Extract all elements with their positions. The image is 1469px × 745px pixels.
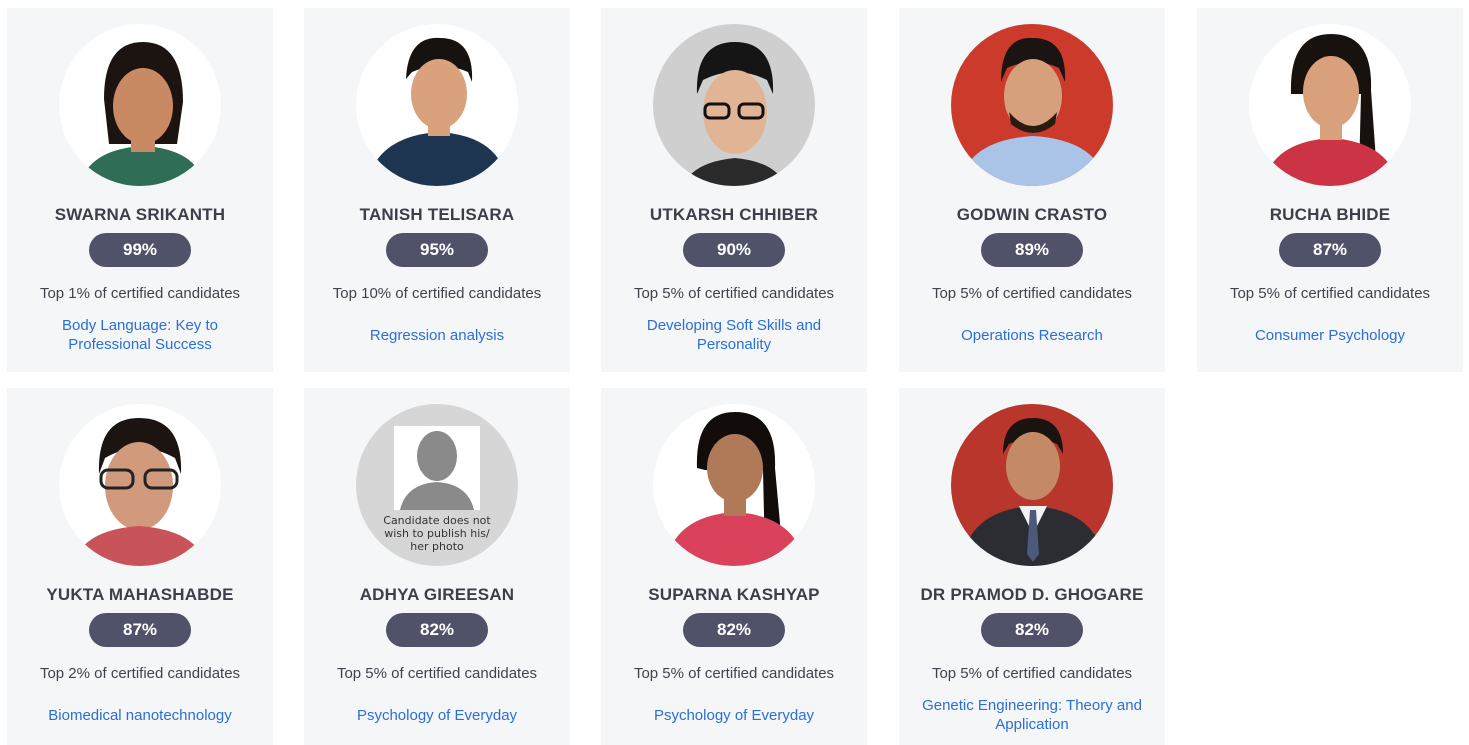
course-link[interactable]: Developing Soft Skills and Personality: [619, 314, 849, 356]
score-badge: 99%: [89, 233, 191, 267]
course-link[interactable]: Psychology of Everyday: [322, 694, 552, 736]
candidate-name: DR PRAMOD D. GHOGARE: [920, 585, 1144, 604]
rank-text: Top 5% of certified candidates: [931, 285, 1133, 302]
candidate-photo: [653, 404, 815, 566]
score-badge: 82%: [683, 613, 785, 647]
score-badge: 82%: [386, 613, 488, 647]
candidate-photo: [1249, 24, 1411, 186]
portrait-image: [951, 404, 1113, 566]
score-badge: 90%: [683, 233, 785, 267]
portrait-image: [951, 24, 1113, 186]
score-badge: 82%: [981, 613, 1083, 647]
candidate-photo-placeholder: Candidate does not wish to publish his/ …: [356, 404, 518, 566]
candidate-photo: [653, 24, 815, 186]
candidate-photo: [59, 24, 221, 186]
course-link[interactable]: Regression analysis: [322, 314, 552, 356]
rank-text: Top 5% of certified candidates: [633, 665, 835, 682]
candidate-name: TANISH TELISARA: [359, 205, 515, 224]
candidate-name: UTKARSH CHHIBER: [649, 205, 819, 224]
candidate-card: GODWIN CRASTO 89% Top 5% of certified ca…: [899, 8, 1165, 372]
portrait-image: [59, 24, 221, 186]
portrait-image: [356, 24, 518, 186]
rank-text: Top 5% of certified candidates: [931, 665, 1133, 682]
candidate-photo: [356, 24, 518, 186]
score-badge: 95%: [386, 233, 488, 267]
portrait-image: [1249, 24, 1411, 186]
rank-text: Top 10% of certified candidates: [332, 285, 542, 302]
course-link[interactable]: Psychology of Everyday: [619, 694, 849, 736]
rank-text: Top 5% of certified candidates: [336, 665, 538, 682]
toppers-grid: SWARNA SRIKANTH 99% Top 1% of certified …: [0, 0, 1469, 745]
candidate-card: SWARNA SRIKANTH 99% Top 1% of certified …: [7, 8, 273, 372]
candidate-photo: [951, 404, 1113, 566]
rank-text: Top 2% of certified candidates: [39, 665, 241, 682]
candidate-card: YUKTA MAHASHABDE 87% Top 2% of certified…: [7, 388, 273, 745]
candidate-card: DR PRAMOD D. GHOGARE 82% Top 5% of certi…: [899, 388, 1165, 745]
candidate-photo: [59, 404, 221, 566]
candidate-card: RUCHA BHIDE 87% Top 5% of certified cand…: [1197, 8, 1463, 372]
portrait-image: [653, 24, 815, 186]
course-link[interactable]: Body Language: Key to Professional Succe…: [25, 314, 255, 356]
score-badge: 87%: [89, 613, 191, 647]
candidate-card: Candidate does not wish to publish his/ …: [304, 388, 570, 745]
candidate-name: YUKTA MAHASHABDE: [46, 585, 234, 604]
candidate-name: SUPARNA KASHYAP: [648, 585, 820, 604]
portrait-image: [653, 404, 815, 566]
candidate-card: SUPARNA KASHYAP 82% Top 5% of certified …: [601, 388, 867, 745]
rank-text: Top 1% of certified candidates: [39, 285, 241, 302]
rank-text: Top 5% of certified candidates: [1229, 285, 1431, 302]
candidate-card: UTKARSH CHHIBER 90% Top 5% of certified …: [601, 8, 867, 372]
candidate-card: TANISH TELISARA 95% Top 10% of certified…: [304, 8, 570, 372]
score-badge: 87%: [1279, 233, 1381, 267]
score-badge: 89%: [981, 233, 1083, 267]
candidate-name: ADHYA GIREESAN: [359, 585, 515, 604]
course-link[interactable]: Biomedical nanotechnology: [25, 694, 255, 736]
candidate-name: GODWIN CRASTO: [956, 205, 1108, 224]
candidate-name: RUCHA BHIDE: [1269, 205, 1391, 224]
candidate-name: SWARNA SRIKANTH: [54, 205, 226, 224]
rank-text: Top 5% of certified candidates: [633, 285, 835, 302]
course-link[interactable]: Consumer Psychology: [1215, 314, 1445, 356]
portrait-image: [59, 404, 221, 566]
course-link[interactable]: Operations Research: [917, 314, 1147, 356]
photo-unavailable-note: Candidate does not wish to publish his/ …: [383, 514, 491, 553]
candidate-photo: [951, 24, 1113, 186]
course-link[interactable]: Genetic Engineering: Theory and Applicat…: [917, 694, 1147, 736]
